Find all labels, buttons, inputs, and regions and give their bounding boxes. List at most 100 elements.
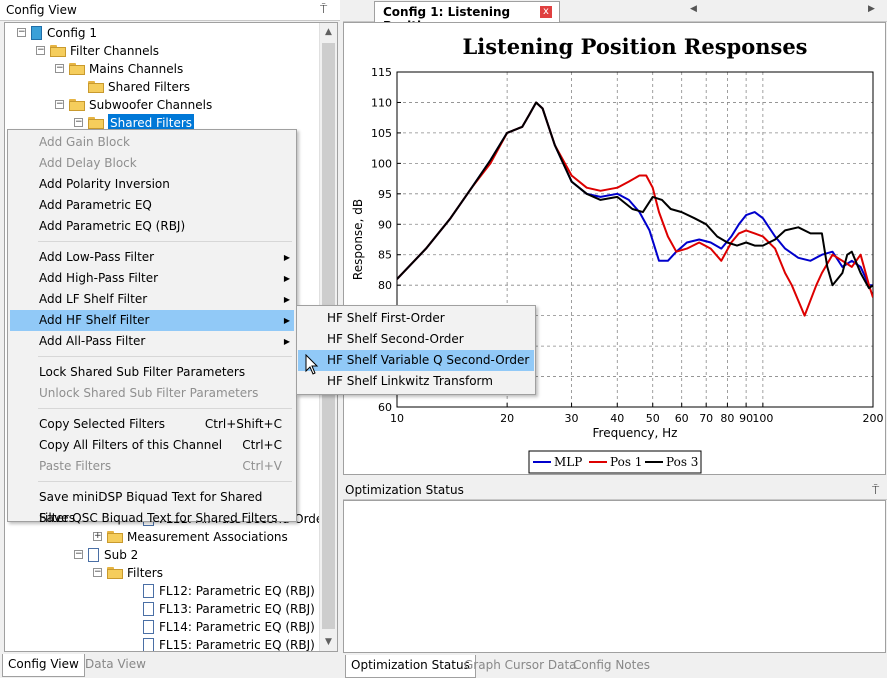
tree-item[interactable]: FL13: Parametric EQ (RBJ)	[5, 600, 317, 618]
menu-item[interactable]: Copy All Filters of this Channel Ctrl+C	[10, 435, 294, 456]
close-tab-icon[interactable]: x	[540, 6, 552, 18]
menu-separator	[38, 356, 292, 357]
tab-config-notes[interactable]: Config Notes	[568, 655, 655, 677]
menu-item[interactable]: Add All-Pass Filter ▶	[10, 331, 294, 352]
tab-data-view[interactable]: Data View	[80, 654, 151, 676]
submenu-item[interactable]: HF Shelf Variable Q Second-Order	[298, 350, 534, 371]
menu-item[interactable]: Lock Shared Sub Filter Parameters	[10, 362, 294, 383]
menu-item[interactable]: Add LF Shelf Filter ▶	[10, 289, 294, 310]
x-tick-label: 10	[390, 412, 404, 425]
tree-item[interactable]: − Sub 2	[5, 546, 317, 564]
collapse-icon[interactable]: −	[55, 100, 64, 109]
menu-item[interactable]: Add HF Shelf Filter ▶	[10, 310, 294, 331]
menu-item-label: Lock Shared Sub Filter Parameters	[39, 365, 246, 379]
tree-item[interactable]: FL12: Parametric EQ (RBJ)	[5, 582, 317, 600]
doc-icon	[143, 620, 154, 634]
menu-item-label: Unlock Shared Sub Filter Parameters	[39, 386, 259, 400]
menu-item[interactable]: Copy Selected Filters Ctrl+Shift+C	[10, 414, 294, 435]
document-tab-strip: ◀ Config 1: Listening Positions x ▶	[343, 0, 887, 33]
menu-item[interactable]: Add Parametric EQ	[10, 195, 294, 216]
menu-item-shortcut: Ctrl+Shift+C	[204, 417, 282, 431]
x-tick-label: 90	[739, 412, 753, 425]
scroll-down-icon[interactable]: ▼	[322, 635, 335, 649]
menu-item-label: Add Low-Pass Filter	[39, 250, 155, 264]
config-doc-icon	[31, 26, 42, 40]
submenu-arrow-icon: ▶	[283, 274, 290, 283]
submenu-arrow-icon: ▶	[283, 337, 290, 346]
x-tick-label: 80	[720, 412, 734, 425]
tree-item-label: FL14: Parametric EQ (RBJ)	[159, 620, 315, 634]
tree-item-label: Config 1	[47, 26, 97, 40]
menu-item-label: Copy Selected Filters	[39, 417, 166, 431]
doc-icon	[143, 584, 154, 598]
tab-listening-positions[interactable]: Config 1: Listening Positions x	[374, 1, 560, 33]
menu-item[interactable]: Save QSC Biquad Text for Shared Filters	[10, 508, 294, 529]
collapse-icon[interactable]: −	[74, 118, 83, 127]
tree-item[interactable]: Shared Filters	[5, 78, 317, 96]
submenu-arrow-icon: ▶	[283, 253, 290, 262]
tab-config-view[interactable]: Config View	[2, 654, 85, 677]
collapse-icon[interactable]: −	[74, 550, 83, 559]
folder-icon	[107, 567, 123, 579]
tree-item[interactable]: − Mains Channels	[5, 60, 317, 78]
tab-scroll-right-icon[interactable]: ▶	[868, 4, 875, 14]
tab-graph-cursor-data[interactable]: Graph Cursor Data	[459, 655, 582, 677]
chart-title: Listening Position Responses	[462, 34, 807, 59]
y-tick-label: 90	[378, 218, 392, 231]
menu-item[interactable]: Add Polarity Inversion	[10, 174, 294, 195]
menu-separator	[38, 241, 292, 242]
y-tick-label: 80	[378, 279, 392, 292]
submenu-arrow-icon: ▶	[283, 316, 290, 325]
x-tick-label: 100	[752, 412, 773, 425]
x-tick-label: 70	[699, 412, 713, 425]
collapse-icon[interactable]: −	[55, 64, 64, 73]
tree-item[interactable]: + Measurement Associations	[5, 528, 317, 546]
menu-item[interactable]: Add Parametric EQ (RBJ)	[10, 216, 294, 237]
tab-scroll-left-icon[interactable]: ◀	[690, 4, 697, 14]
legend-label: Pos 3	[666, 455, 698, 469]
menu-item-label: Add Gain Block	[39, 135, 130, 149]
tree-item[interactable]: − Filters	[5, 564, 317, 582]
collapse-icon[interactable]: −	[93, 568, 102, 577]
response-chart[interactable]: Listening Position Responses606570758085…	[344, 23, 885, 474]
optimization-status-body	[343, 500, 886, 653]
menu-separator	[38, 408, 292, 409]
scroll-up-icon[interactable]: ▲	[322, 25, 335, 39]
pin-icon[interactable]: ⍑	[872, 483, 879, 498]
menu-item[interactable]: Add Low-Pass Filter ▶	[10, 247, 294, 268]
folder-icon	[88, 81, 104, 93]
folder-icon	[69, 99, 85, 111]
menu-item: Add Delay Block	[10, 153, 294, 174]
tree-item[interactable]: − Subwoofer Channels	[5, 96, 317, 114]
left-bottom-tabs: Config View Data View	[0, 654, 342, 677]
tree-item-label: Shared Filters	[108, 80, 191, 94]
submenu-item[interactable]: HF Shelf First-Order	[298, 308, 534, 329]
y-tick-label: 115	[371, 66, 392, 79]
folder-icon	[88, 117, 104, 129]
tree-item-label: Sub 2	[104, 548, 139, 562]
tree-item[interactable]: − Config 1	[5, 24, 317, 42]
tree-item[interactable]: FL14: Parametric EQ (RBJ)	[5, 618, 317, 636]
tab-optimization-status[interactable]: Optimization Status	[345, 655, 476, 678]
legend-label: Pos 1	[610, 455, 642, 469]
menu-item-label: Add High-Pass Filter	[39, 271, 159, 285]
collapse-icon[interactable]: −	[36, 46, 45, 55]
submenu-item[interactable]: HF Shelf Second-Order	[298, 329, 534, 350]
menu-item[interactable]: Add High-Pass Filter ▶	[10, 268, 294, 289]
menu-item-label: Add All-Pass Filter	[39, 334, 146, 348]
tree-item[interactable]: FL15: Parametric EQ (RBJ)	[5, 636, 317, 651]
y-tick-label: 95	[378, 188, 392, 201]
menu-item-label: Add Polarity Inversion	[39, 177, 170, 191]
menu-item-label: Paste Filters	[39, 459, 112, 473]
tree-item-label: Filters	[127, 566, 163, 580]
submenu-item[interactable]: HF Shelf Linkwitz Transform	[298, 371, 534, 392]
config-view-title-bar: Config View ⍑	[0, 0, 340, 21]
tree-item-label: Measurement Associations	[127, 530, 288, 544]
expand-icon[interactable]: +	[93, 532, 102, 541]
pin-icon[interactable]: ⍑	[320, 2, 327, 17]
menu-item-shortcut: Ctrl+C	[242, 438, 282, 452]
collapse-icon[interactable]: −	[17, 28, 26, 37]
y-axis-label: Response, dB	[351, 199, 365, 280]
menu-item[interactable]: Save miniDSP Biquad Text for Shared Filt…	[10, 487, 294, 525]
tree-item[interactable]: − Filter Channels	[5, 42, 317, 60]
